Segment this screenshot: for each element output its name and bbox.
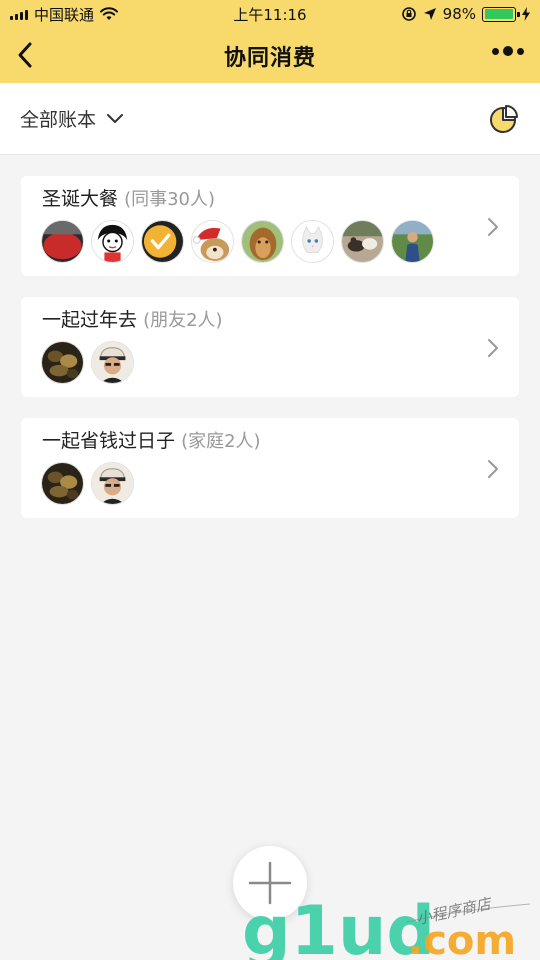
member-avatars [41,341,134,384]
nav-bar: 协同消费 [0,28,540,83]
more-dot [517,47,524,55]
svg-text:g1ud: g1ud [242,892,435,960]
avatar [241,220,284,263]
battery-percent: 98% [442,5,476,23]
avatar [391,220,434,263]
ledger-members-count: (家庭2人) [181,431,261,452]
avatar [41,220,84,263]
pie-chart-icon[interactable] [488,103,520,135]
ledger-card[interactable]: 圣诞大餐 (同事30人) [21,176,519,276]
orientation-lock-icon [401,7,416,21]
status-left: 中国联通 [10,4,119,25]
avatar [341,220,384,263]
avatar [91,462,134,505]
status-right: 98% [401,5,530,23]
ledger-members-count: (同事30人) [124,189,216,210]
avatar [141,220,184,263]
battery-icon [482,6,520,22]
avatar [91,341,134,384]
chevron-right-icon [488,460,498,478]
avatar [291,220,334,263]
ledger-card[interactable]: 一起过年去 (朋友2人) [21,297,519,397]
wifi-icon [100,7,119,20]
watermark: g1ud .com 小程序商店 [240,880,540,960]
ledger-card-title: 一起省钱过日子 (家庭2人) [42,426,261,453]
more-dot [503,46,513,56]
watermark-logo: g1ud .com 小程序商店 [242,892,531,960]
chevron-down-icon [107,113,124,123]
avatar [41,341,84,384]
chevron-right-icon [488,218,498,236]
avatar [91,220,134,263]
page-title: 协同消费 [223,45,316,71]
ledger-card-title: 一起过年去 (朋友2人) [42,305,223,332]
filter-bar: 全部账本 [0,83,540,155]
more-button[interactable] [492,46,524,56]
member-avatars [41,220,434,263]
more-dot [492,47,499,55]
status-bar: 中国联通 上午11:16 98% [0,0,540,28]
member-avatars [41,462,134,505]
signal-icon [10,8,28,20]
battery-fill [484,9,513,19]
ledger-members-count: (朋友2人) [143,310,223,331]
location-icon [423,8,436,20]
ledger-name: 一起省钱过日子 [42,430,176,452]
avatar [41,462,84,505]
charging-icon [522,7,530,21]
ledger-filter-label: 全部账本 [20,109,97,131]
carrier-label: 中国联通 [34,5,95,24]
avatar [191,220,234,263]
ledger-filter-dropdown[interactable]: 全部账本 [20,105,124,132]
ledger-card-title: 圣诞大餐 (同事30人) [42,184,215,211]
ledger-name: 圣诞大餐 [42,188,119,210]
back-button[interactable] [12,40,42,70]
ledger-name: 一起过年去 [42,309,138,331]
chevron-right-icon [488,339,498,357]
ledger-card[interactable]: 一起省钱过日子 (家庭2人) [21,418,519,518]
